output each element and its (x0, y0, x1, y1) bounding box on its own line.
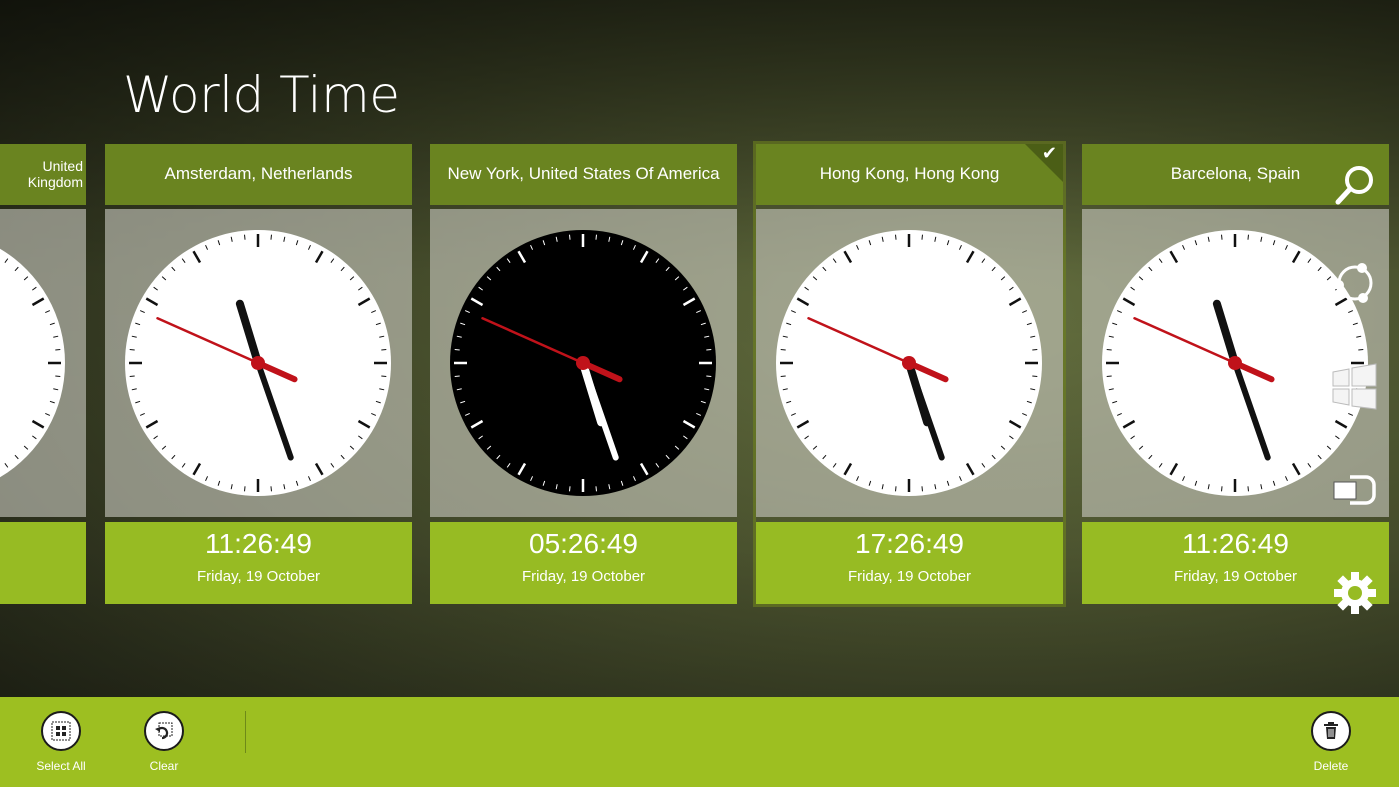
digital-time: 05:26:49 (529, 528, 638, 559)
analog-clock (430, 209, 737, 517)
city-name: Hong Kong, Hong Kong (756, 144, 1063, 205)
tick-mark (454, 349, 460, 351)
tick-mark (1221, 486, 1223, 492)
tick-mark (244, 234, 246, 240)
tick-mark (1032, 349, 1038, 351)
tick-mark (1106, 349, 1112, 351)
delete-button[interactable]: Delete (1291, 711, 1371, 773)
clock-tile[interactable]: United Kingdom (0, 144, 86, 604)
tick-mark (595, 234, 597, 240)
delete-label: Delete (1313, 759, 1349, 773)
center-pin (902, 356, 916, 370)
clock-tile[interactable]: Hong Kong, Hong Kong 17:26:49 Friday, 19 … (753, 141, 1066, 607)
center-pin (576, 356, 590, 370)
tick-mark (129, 375, 135, 377)
tick-mark (1247, 486, 1249, 492)
select-all-icon (41, 711, 81, 751)
tick-mark (895, 486, 897, 492)
tick-mark (569, 486, 571, 492)
city-name: New York, United States Of America (430, 144, 737, 205)
analog-clock (756, 209, 1063, 517)
select-all-label: Select All (36, 759, 86, 773)
devices-icon[interactable] (1330, 465, 1380, 515)
tick-mark (270, 486, 272, 492)
tick-mark (1106, 375, 1112, 377)
page-title: World Time (123, 66, 400, 124)
tile-footer (0, 522, 86, 604)
date-label: Friday, 19 October (847, 568, 972, 585)
tick-mark (780, 349, 786, 351)
tick-mark (55, 349, 61, 351)
clear-icon (144, 711, 184, 751)
app-bar: Select All Clear Delete (0, 697, 1399, 787)
tile-footer: 05:26:49 Friday, 19 October (430, 522, 737, 604)
tick-mark (1032, 375, 1038, 377)
tick-mark (921, 234, 923, 240)
date-label: Friday, 19 October (196, 568, 321, 585)
analog-clock (0, 209, 86, 517)
share-icon[interactable] (1330, 258, 1380, 308)
tick-mark (1221, 234, 1223, 240)
city-name: United Kingdom (0, 144, 86, 205)
tick-mark (381, 349, 387, 351)
checkmark-icon: ✔ (1041, 143, 1057, 163)
clear-button[interactable]: Clear (124, 711, 204, 773)
app-bar-separator (245, 711, 246, 753)
trash-icon (1311, 711, 1351, 751)
tick-mark (706, 349, 712, 351)
tick-mark (55, 375, 61, 377)
clock-tile[interactable]: Amsterdam, Netherlands 11:26:49 Friday, 1… (105, 144, 412, 604)
settings-icon[interactable] (1330, 568, 1380, 618)
tick-mark (1247, 234, 1249, 240)
tick-mark (569, 234, 571, 240)
digital-time: 17:26:49 (855, 528, 964, 559)
tick-mark (454, 375, 460, 377)
city-name: Amsterdam, Netherlands (105, 144, 412, 205)
tick-mark (129, 349, 135, 351)
tick-mark (921, 486, 923, 492)
center-pin (1228, 356, 1242, 370)
date-label: Friday, 19 October (521, 568, 646, 585)
start-icon[interactable] (1330, 362, 1380, 412)
tick-mark (780, 375, 786, 377)
tick-mark (381, 375, 387, 377)
clock-tile[interactable]: New York, United States Of America 05:26… (430, 144, 737, 604)
select-all-button[interactable]: Select All (21, 711, 101, 773)
tick-mark (706, 375, 712, 377)
tick-mark (595, 486, 597, 492)
tick-mark (895, 234, 897, 240)
tick-mark (270, 234, 272, 240)
tile-footer: 17:26:49 Friday, 19 October (756, 522, 1063, 604)
digital-time: 11:26:49 (205, 528, 312, 559)
analog-clock (105, 209, 412, 517)
tick-mark (244, 486, 246, 492)
clear-label: Clear (149, 759, 179, 773)
center-pin (251, 356, 265, 370)
tick-mark (1358, 349, 1364, 351)
digital-time: 11:26:49 (1182, 528, 1289, 559)
search-icon[interactable] (1330, 160, 1380, 210)
tile-footer: 11:26:49 Friday, 19 October (105, 522, 412, 604)
